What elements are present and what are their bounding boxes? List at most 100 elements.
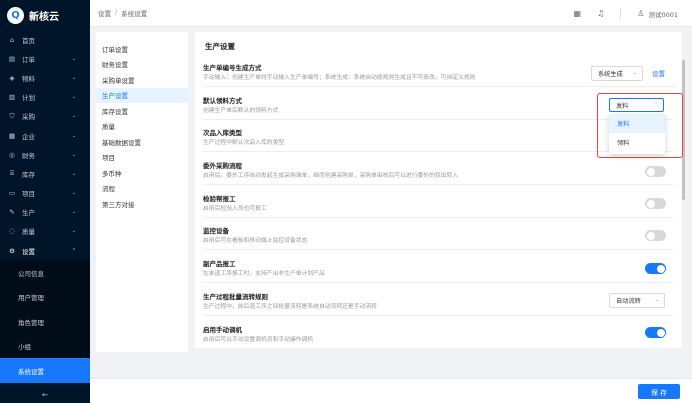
select-value: 自动流转 <box>616 298 641 305</box>
submenu-item[interactable]: 系统设置 <box>0 358 90 383</box>
setting-manual-tuning: 启用手动调机 启用后可以手动设置调机员和手动操作调机 <box>203 324 673 348</box>
sidebar-item[interactable]: ◈ 物料 ⌄ <box>0 68 90 87</box>
settings-nav-item[interactable]: 质量 <box>96 119 188 135</box>
project-icon: ▭ <box>8 189 16 198</box>
toggle-knob <box>646 167 655 176</box>
sidebar-item[interactable]: ⚙ 设置 ⌃ <box>0 241 90 260</box>
header-divider <box>620 8 622 19</box>
setting-desc: 生产过程中，前后道工序之间批量流转是系统自动流转还是手动流转 <box>203 304 377 310</box>
home-icon: ⌂ <box>9 35 15 44</box>
inspection-report-toggle[interactable] <box>645 198 666 209</box>
logo[interactable]: Q 新核云 <box>0 0 90 30</box>
setting-title: 次品入库类型 <box>203 129 242 137</box>
finance-icon: ◎ <box>9 150 15 159</box>
sidebar: Q 新核云 ⌂ 首页 ▤ 订单 ⌄ ◈ 物料 ⌄ ▥ 计划 ⌄ ⛉ 采购 ⌄ ▦ 企业 ⌄ ◎ 财务 ⌄ ⌸ 库存 ⌄ ▭ 项目… <box>0 0 90 403</box>
production-settings-panel: 生产设置 生产单编号生成方式 手动输入：创建生产单时手动输入生产单编号；系统生成… <box>195 32 682 348</box>
settings-nav-item[interactable]: 多币种 <box>96 165 188 181</box>
chevron-icon: ⌄ <box>71 113 76 120</box>
settings-nav-item[interactable]: 生产设置 <box>96 87 188 103</box>
sidebar-item-label: 物料 <box>22 74 35 83</box>
sidebar-item[interactable]: ▭ 项目 ⌄ <box>0 184 90 203</box>
user-menu[interactable]: ♙ 测试0001 <box>637 9 678 19</box>
sidebar-item[interactable]: ⌸ 库存 ⌄ <box>0 164 90 183</box>
chevron-icon: ⌄ <box>71 74 76 81</box>
sidebar-item[interactable]: ▤ 订单 ⌄ <box>0 49 90 68</box>
settings-nav-item[interactable]: 采购单设置 <box>96 72 188 88</box>
purchase-icon: ⛉ <box>9 111 15 120</box>
toggle-knob <box>656 328 665 337</box>
submenu-item[interactable]: 公司信息 <box>0 260 90 285</box>
batch-flow-select[interactable]: 自动流转 ⌄ <box>609 293 665 308</box>
app-name: 新核云 <box>29 11 59 23</box>
save-button[interactable]: 保 存 <box>638 384 680 399</box>
submenu-item[interactable]: 小组 <box>0 334 90 359</box>
sidebar-item[interactable]: ✎ 生产 ⌄ <box>0 203 90 222</box>
sidebar-item[interactable]: ⌂ 首页 <box>0 30 90 49</box>
chevron-icon: ⌄ <box>71 151 76 158</box>
settings-nav-item[interactable]: 第三方对接 <box>96 196 188 212</box>
submenu-item[interactable]: 用户管理 <box>0 285 90 310</box>
monitor-device-toggle[interactable] <box>645 230 666 241</box>
settings-nav-item[interactable]: 项目 <box>96 150 188 166</box>
dropdown-option-pick[interactable]: 领料 <box>609 133 665 152</box>
sidebar-item[interactable]: ◎ 财务 ⌄ <box>0 145 90 164</box>
setting-desc: 启用后，委外工序自动发起生成采购清单，继而创建采购单，采购单审核后可以进行委外的… <box>203 173 459 179</box>
sidebar-item[interactable]: ⛉ 采购 ⌄ <box>0 107 90 126</box>
settings-submenu: 公司信息 用户管理 角色管理 小组 系统设置 <box>0 260 90 383</box>
order-icon: ▤ <box>8 54 16 63</box>
chevron-icon: ⌄ <box>71 170 76 177</box>
number-method-select[interactable]: 系统生成 ⌄ <box>591 66 643 81</box>
setting-desc: 生产过程中默认次品入库的类型 <box>203 140 285 146</box>
setting-batch-flow-rule: 生产过程批量流转规则 生产过程中，前后道工序之间批量流转是系统自动流转还是手动流… <box>203 291 673 316</box>
chevron-icon: ⌄ <box>71 132 76 139</box>
bell-icon[interactable]: ♫ <box>597 9 604 18</box>
collapse-sidebar-icon[interactable]: ← <box>0 387 90 403</box>
enterprise-icon: ▦ <box>8 131 16 140</box>
sidebar-item-label: 首页 <box>22 36 35 45</box>
chevron-icon: ⌄ <box>71 228 76 235</box>
default-picking-select[interactable]: 发料 ⌃ <box>609 98 664 112</box>
settings-nav-item[interactable]: 基础数据设置 <box>96 134 188 150</box>
chevron-down-icon: ⌄ <box>654 297 659 303</box>
production-icon: ✎ <box>9 208 15 217</box>
sidebar-item-label: 订单 <box>22 55 35 64</box>
breadcrumb-settings[interactable]: 设置 <box>98 8 111 18</box>
setting-desc: 启用后可在看板和移动端上监控设备状态 <box>203 238 308 244</box>
sidebar-item[interactable]: ◌ 质量 ⌄ <box>0 222 90 241</box>
outsource-purchase-toggle[interactable] <box>645 166 666 177</box>
sidebar-item[interactable]: ▥ 计划 ⌄ <box>0 88 90 107</box>
settings-category-nav: 订单设置 财务设置 采购单设置 生产设置 库存设置 质量 基础数据设置 项目 多币种 流程 第三方对… <box>96 32 188 352</box>
select-value: 系统生成 <box>598 71 623 78</box>
user-name: 测试0001 <box>648 10 678 19</box>
setting-desc: 创建生产单后默认的领料方式 <box>203 108 279 114</box>
settings-icon: ⚙ <box>9 246 15 255</box>
sidebar-item-label: 设置 <box>22 247 35 256</box>
setting-title: 生产单编号生成方式 <box>203 64 262 72</box>
page-title: 生产设置 <box>205 42 235 51</box>
sidebar-item[interactable]: ▦ 企业 ⌄ <box>0 126 90 145</box>
settings-nav-item[interactable]: 流程 <box>96 181 188 197</box>
settings-nav-item[interactable]: 库存设置 <box>96 103 188 119</box>
chevron-icon: ⌄ <box>71 190 76 197</box>
setting-title: 生产过程批量流转规则 <box>203 293 268 301</box>
dropdown-option-issue[interactable]: 发料 <box>609 114 665 133</box>
chevron-icon: ⌄ <box>71 94 76 101</box>
qr-code-icon[interactable]: ▦ <box>574 9 582 18</box>
settings-nav-item[interactable]: 订单设置 <box>96 41 188 57</box>
setting-title: 副产品报工 <box>203 260 236 268</box>
byproduct-report-toggle[interactable] <box>645 263 666 274</box>
manual-tuning-toggle[interactable] <box>645 327 666 338</box>
sidebar-item-label: 质量 <box>22 228 35 237</box>
footer-bar: 保 存 <box>90 378 692 403</box>
setting-inspection-report: 检验帮报工 启用后检验人员也可报工 <box>203 193 673 218</box>
submenu-item[interactable]: 角色管理 <box>0 309 90 334</box>
select-value: 发料 <box>616 102 629 110</box>
setting-title: 委外采购流程 <box>203 162 242 170</box>
settings-nav-item[interactable]: 财务设置 <box>96 57 188 73</box>
setting-desc: 在末道工序报工时，支持产出非生产单计划产品 <box>203 271 325 277</box>
toggle-knob <box>646 231 655 240</box>
quality-icon: ◌ <box>9 227 15 236</box>
toggle-knob <box>646 199 655 208</box>
number-rule-settings-link[interactable]: 设置 <box>652 68 665 78</box>
setting-desc: 手动输入：创建生产单时手动输入生产单编号；系统生成：系统自动按规则生成且不可修改… <box>203 75 476 81</box>
